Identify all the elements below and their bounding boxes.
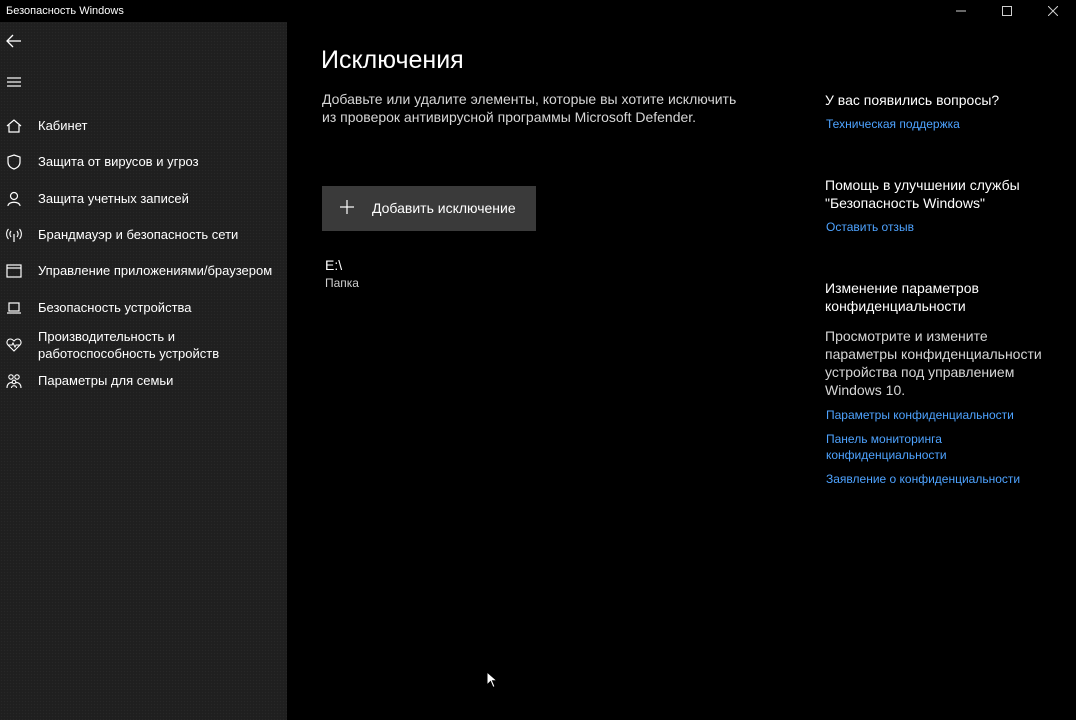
- sidebar-item-virus-protection[interactable]: Защита от вирусов и угроз: [0, 153, 287, 171]
- privacy-heading: Изменение параметров конфиденциальности: [825, 280, 979, 314]
- sidebar-item-label: Кабинет: [38, 118, 88, 133]
- sidebar-item-label: Управление приложениями/браузером: [38, 263, 273, 278]
- minimize-icon: [956, 10, 966, 12]
- sidebar: Кабинет Защита от вирусов и угроз Защита…: [0, 22, 287, 720]
- sidebar-item-label: Защита от вирусов и угроз: [38, 154, 199, 169]
- privacy-statement-link[interactable]: Заявление о конфиденциальности: [826, 471, 1056, 487]
- privacy-dashboard-link[interactable]: Панель мониторинга конфиденциальности: [826, 431, 986, 463]
- sidebar-item-label: Параметры для семьи: [38, 373, 174, 388]
- shield-icon: [7, 154, 21, 170]
- add-exclusion-button[interactable]: Добавить исключение: [322, 186, 536, 231]
- plus-icon: [340, 200, 354, 214]
- privacy-settings-link[interactable]: Параметры конфиденциальности: [826, 407, 1056, 423]
- close-button[interactable]: [1030, 0, 1076, 22]
- page-description: Добавьте или удалите элементы, которые в…: [322, 91, 737, 125]
- sidebar-item-device-performance[interactable]: Производительность и работоспособность у…: [0, 328, 287, 364]
- maximize-icon: [1002, 6, 1012, 16]
- browser-window-icon: [6, 264, 22, 278]
- wifi-antenna-icon: [6, 228, 22, 242]
- sidebar-item-account-protection[interactable]: Защита учетных записей: [0, 190, 287, 208]
- laptop-icon: [7, 302, 21, 314]
- hamburger-menu-button[interactable]: [6, 74, 22, 90]
- sidebar-item-app-browser-control[interactable]: Управление приложениями/браузером: [0, 262, 287, 280]
- add-exclusion-label: Добавить исключение: [372, 200, 516, 216]
- exclusion-path: E:\: [325, 257, 343, 273]
- back-arrow-icon: [6, 34, 21, 48]
- close-icon: [1048, 6, 1058, 16]
- improve-heading: Помощь в улучшении службы "Безопасность …: [825, 177, 1020, 211]
- mouse-cursor-icon: [486, 671, 498, 689]
- privacy-description: Просмотрите и измените параметры конфиде…: [825, 328, 1042, 398]
- feedback-link[interactable]: Оставить отзыв: [826, 219, 1056, 235]
- hamburger-icon: [7, 77, 21, 87]
- exclusion-list-item[interactable]: E:\ Папка: [325, 257, 359, 290]
- minimize-button[interactable]: [938, 0, 984, 22]
- questions-heading: У вас появились вопросы?: [825, 92, 1000, 108]
- sidebar-item-home[interactable]: Кабинет: [0, 117, 287, 135]
- sidebar-item-device-security[interactable]: Безопасность устройства: [0, 299, 287, 317]
- sidebar-item-label: Производительность и работоспособность у…: [38, 329, 220, 361]
- back-button[interactable]: [6, 33, 22, 49]
- page-title: Исключения: [321, 46, 464, 74]
- home-icon: [6, 119, 22, 133]
- support-link[interactable]: Техническая поддержка: [826, 116, 1056, 132]
- person-icon: [7, 191, 21, 207]
- sidebar-item-family-options[interactable]: Параметры для семьи: [0, 372, 287, 390]
- title-bar: Безопасность Windows: [0, 0, 1076, 22]
- maximize-button[interactable]: [984, 0, 1030, 22]
- exclusion-type: Папка: [325, 276, 359, 290]
- family-icon: [6, 374, 22, 389]
- sidebar-item-label: Брандмауэр и безопасность сети: [38, 227, 239, 242]
- main-content: Исключения Добавьте или удалите элементы…: [287, 22, 1076, 720]
- window-title: Безопасность Windows: [6, 5, 124, 17]
- sidebar-item-label: Безопасность устройства: [38, 300, 192, 315]
- window-controls: [938, 0, 1076, 22]
- sidebar-item-firewall[interactable]: Брандмауэр и безопасность сети: [0, 226, 287, 244]
- heart-pulse-icon: [6, 338, 22, 352]
- sidebar-item-label: Защита учетных записей: [38, 191, 189, 206]
